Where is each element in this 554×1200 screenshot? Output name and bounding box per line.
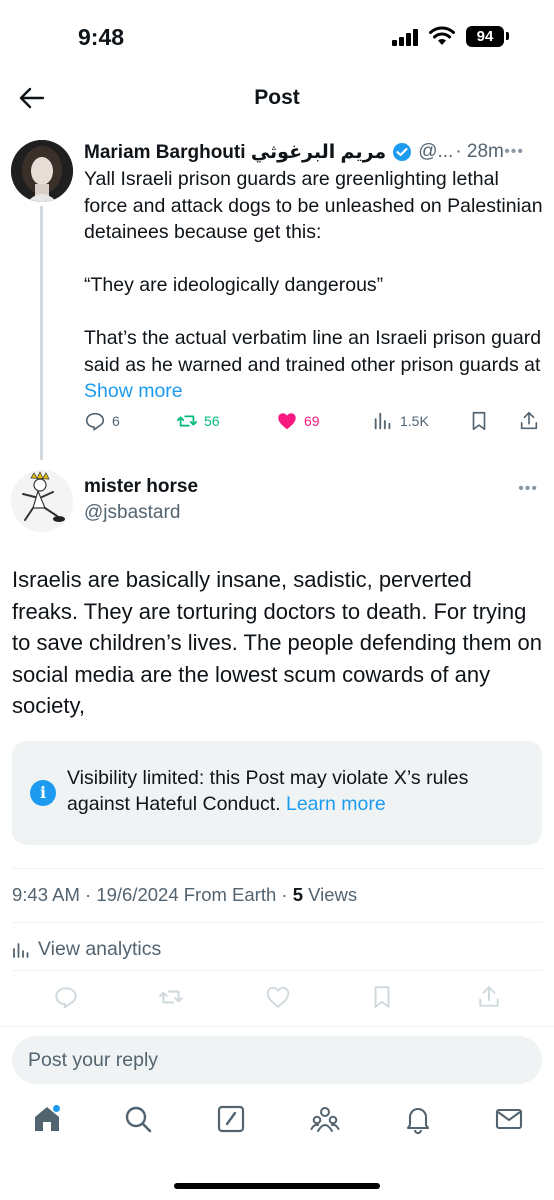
reply-button[interactable]: 6 xyxy=(84,410,120,432)
share-icon[interactable] xyxy=(476,984,502,1010)
tab-notifications[interactable] xyxy=(403,1104,433,1134)
signal-icon xyxy=(392,29,418,46)
tab-search[interactable] xyxy=(123,1104,153,1134)
battery-tip xyxy=(506,32,509,40)
post-meta: 9:43 AM · 19/6/2024 From Earth · 5 Views xyxy=(12,884,357,906)
avatar-image xyxy=(11,470,73,532)
reply-actions xyxy=(0,984,554,1014)
status-bar: 9:48 94 xyxy=(0,0,554,70)
repost-button[interactable]: 56 xyxy=(176,410,220,432)
post-actions: 6 56 69 1.5K xyxy=(84,410,544,440)
author-name[interactable]: Mariam Barghouti مريم البرغوثي xyxy=(84,141,386,164)
divider xyxy=(12,922,542,923)
home-notification-dot xyxy=(53,1105,60,1112)
bookmark-button[interactable] xyxy=(468,410,496,432)
views-button[interactable]: 1.5K xyxy=(372,410,429,432)
thread-line xyxy=(40,206,43,460)
status-time: 9:48 xyxy=(78,24,125,50)
author-handle: @jsbastard xyxy=(84,502,181,523)
notice-text: Visibility limited: this Post may violat… xyxy=(67,765,527,817)
tab-messages[interactable] xyxy=(494,1104,524,1134)
like-count: 69 xyxy=(304,413,320,429)
post-text: Yall Israeli prison guards are greenligh… xyxy=(84,166,544,405)
analytics-icon xyxy=(13,942,29,958)
info-icon: i xyxy=(30,780,56,806)
battery-indicator: 94 xyxy=(466,26,504,47)
reply-icon xyxy=(85,412,105,431)
share-icon xyxy=(520,411,538,430)
like-button[interactable]: 69 xyxy=(276,410,320,432)
communities-icon xyxy=(310,1107,340,1132)
avatar[interactable] xyxy=(11,140,73,202)
divider xyxy=(0,1026,554,1027)
share-button[interactable] xyxy=(518,410,546,432)
tab-compose[interactable] xyxy=(216,1104,246,1134)
page-title: Post xyxy=(254,86,300,109)
like-icon[interactable] xyxy=(265,984,291,1010)
repost-icon xyxy=(176,415,198,427)
bottom-tab-bar xyxy=(0,1104,554,1148)
like-icon xyxy=(278,413,296,430)
reply-input[interactable]: Post your reply xyxy=(12,1036,542,1084)
post-time: · 28m xyxy=(455,141,504,162)
repost-icon[interactable] xyxy=(158,984,184,1010)
bookmark-icon xyxy=(472,411,486,431)
views-label: Views xyxy=(303,884,358,905)
show-more-link[interactable]: Show more xyxy=(84,380,183,402)
divider xyxy=(12,868,542,869)
wifi-icon xyxy=(429,26,455,45)
reply-count: 6 xyxy=(112,413,120,429)
bookmark-icon[interactable] xyxy=(369,984,395,1010)
mail-icon xyxy=(495,1108,523,1130)
author-row: Mariam Barghouti مريم البرغوثي @... · 28… xyxy=(84,138,540,166)
bell-icon xyxy=(406,1108,430,1134)
tab-communities[interactable] xyxy=(310,1104,340,1134)
reply-icon[interactable] xyxy=(53,984,79,1010)
divider xyxy=(12,970,542,971)
reply-text: Israelis are basically insane, sadistic,… xyxy=(12,567,542,718)
more-icon[interactable]: ••• xyxy=(518,480,538,498)
notice-body: Visibility limited: this Post may violat… xyxy=(67,767,469,815)
avatar-image xyxy=(11,140,73,202)
compose-icon xyxy=(217,1105,245,1133)
home-indicator xyxy=(174,1183,380,1189)
repost-count: 56 xyxy=(204,413,220,429)
views-number: 5 xyxy=(292,884,304,905)
author-handle: @... xyxy=(418,141,454,162)
learn-more-link[interactable]: Learn more xyxy=(286,793,386,815)
analytics-label: View analytics xyxy=(38,938,162,960)
views-count: 1.5K xyxy=(400,413,429,429)
view-analytics-link[interactable]: View analytics xyxy=(12,938,161,961)
verified-icon xyxy=(393,143,412,161)
post-body: Yall Israeli prison guards are greenligh… xyxy=(84,168,543,376)
views-icon xyxy=(374,412,391,430)
visibility-notice: i Visibility limited: this Post may viol… xyxy=(12,741,542,845)
author-name[interactable]: mister horse xyxy=(84,476,198,498)
post-timestamp: 9:43 AM · 19/6/2024 From Earth · xyxy=(12,884,293,905)
avatar[interactable] xyxy=(11,470,73,532)
post-header: Post xyxy=(0,70,554,128)
search-icon xyxy=(125,1106,152,1133)
more-icon[interactable]: ••• xyxy=(504,143,524,161)
